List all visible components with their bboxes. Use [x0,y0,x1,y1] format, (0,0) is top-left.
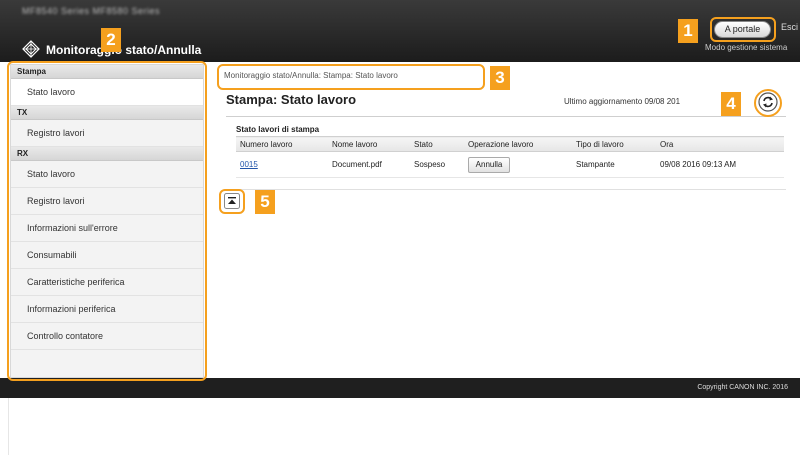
table-row: 0015 Document.pdf Sospeso Annulla Stampa… [236,151,784,178]
cancel-job-button[interactable]: Annulla [468,156,510,173]
printer-model-text: MF8540 Series MF8580 Series [22,6,161,16]
callout-badge-1: 1 [678,19,698,43]
cell-job-number: 0015 [236,151,328,178]
callout-ring-refresh [754,89,782,117]
last-update-text: Ultimo aggiornamento 09/08 201 [564,97,681,106]
main-content: Monitoraggio stato/Annulla: Stampa: Stat… [212,64,800,378]
callout-ring-back-to-top [219,189,245,214]
callout-ring-breadcrumb [217,64,485,90]
col-status: Stato [410,136,464,152]
job-number-link[interactable]: 0015 [240,160,258,169]
page-title: Stampa: Stato lavoro [226,92,357,107]
print-jobs-table: Numero lavoro Nome lavoro Stato Operazio… [236,136,784,178]
callout-ring-portal [710,17,776,42]
callout-ring-sidebar [7,61,207,381]
cell-job-type: Stampante [572,151,656,178]
callout-badge-4: 4 [721,92,741,116]
logout-link[interactable]: Esci [781,22,798,32]
callout-badge-2: 2 [101,28,121,52]
blank-area [0,398,800,455]
col-job-name: Nome lavoro [328,136,410,152]
callout-badge-3: 3 [490,66,510,90]
col-time: Ora [656,136,784,152]
canon-logo-icon [22,40,40,58]
cell-operation: Annulla [464,151,572,178]
table-caption: Stato lavori di stampa [236,125,320,134]
page-left-edge [8,398,9,455]
col-job-type: Tipo di lavoro [572,136,656,152]
title-divider [226,116,786,117]
col-job-number: Numero lavoro [236,136,328,152]
app-title: Monitoraggio stato/Annulla [46,43,202,57]
callout-badge-5: 5 [255,190,275,214]
footer-bar: Copyright CANON INC. 2016 [0,378,800,398]
col-job-operation: Operazione lavoro [464,136,572,152]
table-divider [226,189,786,190]
table-header-row: Numero lavoro Nome lavoro Stato Operazio… [236,136,784,152]
cell-time: 09/08 2016 09:13 AM [656,151,784,178]
copyright-text: Copyright CANON INC. 2016 [697,384,788,391]
cell-job-name: Document.pdf [328,151,410,178]
system-manager-mode-link[interactable]: Modo gestione sistema [705,43,787,52]
cell-status: Sospeso [410,151,464,178]
